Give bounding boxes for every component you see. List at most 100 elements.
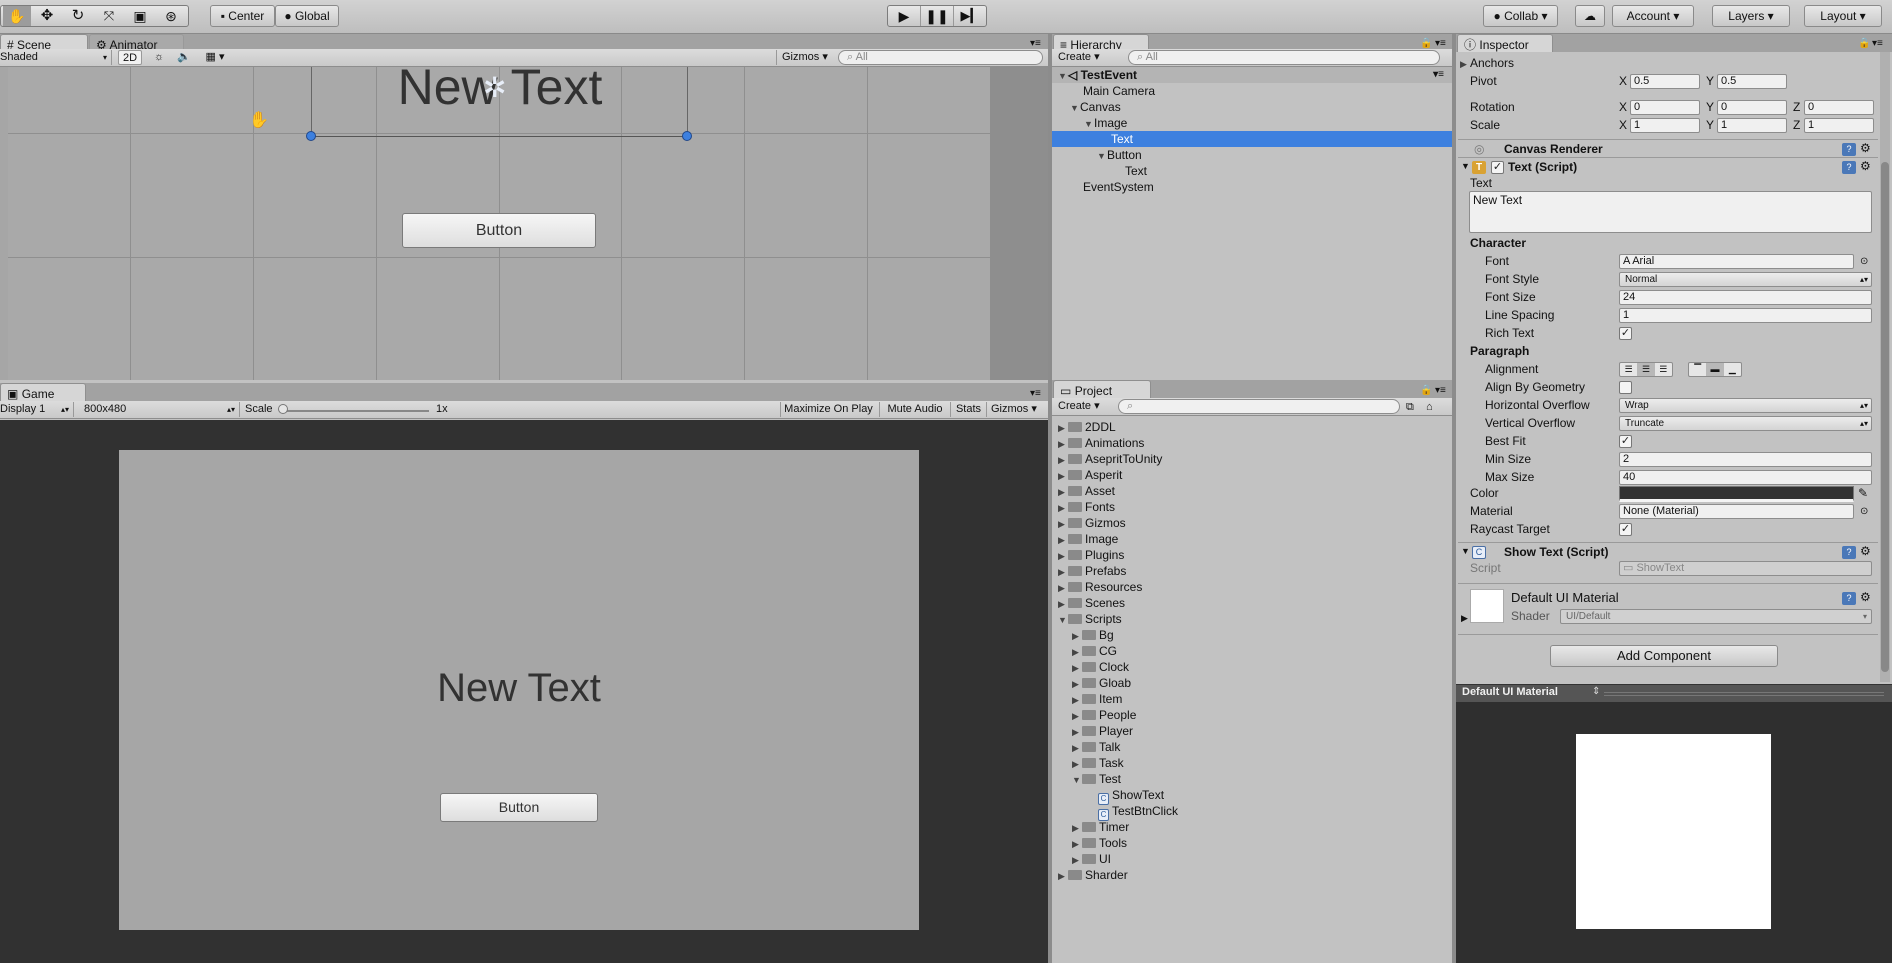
help-icon[interactable]: ?: [1842, 592, 1856, 605]
expand-arrow-icon[interactable]: ▶: [1072, 852, 1082, 868]
expand-arrow-icon[interactable]: ▶: [1058, 452, 1068, 468]
h-overflow-dropdown[interactable]: Wrap ▴▾: [1619, 398, 1872, 413]
expand-arrow-icon[interactable]: ▶: [1072, 644, 1082, 660]
max-size-field[interactable]: 40: [1619, 470, 1872, 485]
expand-arrow-icon[interactable]: ▶: [1058, 500, 1068, 516]
expand-arrow-icon[interactable]: ▶: [1058, 548, 1068, 564]
expand-arrow-icon[interactable]: ▶: [1460, 57, 1470, 72]
scale-x-field[interactable]: 1: [1630, 118, 1700, 133]
rotate-tool-icon[interactable]: ↻: [64, 6, 92, 26]
maximize-on-play-toggle[interactable]: Maximize On Play: [780, 402, 876, 417]
align-left-icon[interactable]: ☰: [1620, 363, 1637, 376]
hierarchy-search-input[interactable]: ⌕ All: [1128, 50, 1440, 65]
gear-icon[interactable]: ⚙: [1860, 590, 1871, 604]
search-by-label-icon[interactable]: ⌂: [1426, 400, 1433, 415]
2d-toggle[interactable]: 2D: [118, 50, 142, 65]
hierarchy-item-button[interactable]: ▼Button: [1052, 147, 1452, 163]
folder-scripts[interactable]: ▼ Scripts: [1052, 611, 1452, 627]
inspector-scrollbar-thumb[interactable]: [1881, 162, 1889, 672]
align-center-icon[interactable]: ☰: [1637, 363, 1655, 376]
expand-arrow-icon[interactable]: ▶: [1072, 692, 1082, 708]
rotation-x-field[interactable]: 0: [1630, 100, 1700, 115]
folder-sharder[interactable]: ▶ Sharder: [1052, 867, 1452, 883]
hierarchy-item-text-selected[interactable]: Text: [1052, 131, 1452, 147]
preview-dropdown-icon[interactable]: ⇕: [1592, 686, 1600, 697]
folder-gloab[interactable]: ▶ Gloab: [1052, 675, 1452, 691]
rotation-z-field[interactable]: 0: [1804, 100, 1874, 115]
folder-clock[interactable]: ▶ Clock: [1052, 659, 1452, 675]
pivot-y-field[interactable]: 0.5: [1717, 74, 1787, 89]
rotation-y-field[interactable]: 0: [1717, 100, 1787, 115]
preview-drag-handle[interactable]: [1604, 692, 1884, 696]
expand-arrow-icon[interactable]: ▶: [1058, 484, 1068, 500]
scale-slider-thumb[interactable]: [278, 404, 288, 414]
align-geometry-checkbox[interactable]: [1619, 381, 1632, 394]
gear-icon[interactable]: ⚙: [1860, 159, 1871, 173]
lock-icon[interactable]: 🔒: [1420, 385, 1432, 396]
folder-aseprittounity[interactable]: ▶ AsepritToUnity: [1052, 451, 1452, 467]
game-gizmos-dropdown[interactable]: Gizmos ▾: [986, 402, 1046, 417]
scene-gizmos-dropdown[interactable]: Gizmos ▾: [776, 50, 832, 65]
color-swatch[interactable]: [1619, 486, 1854, 502]
object-picker-icon[interactable]: ⊙: [1860, 504, 1868, 519]
expand-arrow-icon[interactable]: ▶: [1072, 676, 1082, 692]
display-dropdown[interactable]: Display 1 ▴▾: [0, 402, 74, 417]
hierarchy-item-main-camera[interactable]: Main Camera: [1052, 83, 1452, 99]
align-top-icon[interactable]: ▔: [1689, 363, 1706, 376]
align-right-icon[interactable]: ☰: [1655, 363, 1672, 376]
scale-slider[interactable]: [281, 410, 429, 412]
search-by-type-icon[interactable]: ⧉: [1406, 400, 1414, 415]
expand-arrow-icon[interactable]: ▶: [1058, 420, 1068, 436]
panel-menu-icon[interactable]: ▾≡: [1435, 38, 1446, 49]
stats-toggle[interactable]: Stats: [950, 402, 986, 417]
game-view[interactable]: New Text Button: [0, 420, 1048, 963]
expand-arrow-icon[interactable]: ▶: [1058, 580, 1068, 596]
expand-arrow-icon[interactable]: ▼: [1461, 546, 1470, 556]
font-field[interactable]: A Arial: [1619, 254, 1854, 269]
expand-arrow-icon[interactable]: ▶: [1058, 532, 1068, 548]
panel-menu-icon[interactable]: ▾≡: [1872, 38, 1883, 49]
folder-cg[interactable]: ▶ CG: [1052, 643, 1452, 659]
project-create-button[interactable]: Create ▾: [1058, 399, 1110, 414]
object-picker-icon[interactable]: ⊙: [1860, 254, 1868, 269]
expand-arrow-icon[interactable]: ▶: [1072, 836, 1082, 852]
text-content-area[interactable]: New Text: [1469, 191, 1872, 233]
expand-arrow-icon[interactable]: ▼: [1058, 68, 1068, 84]
pause-icon[interactable]: ❚❚: [921, 6, 954, 26]
layers-button[interactable]: Layers ▾: [1712, 5, 1790, 27]
scene-view[interactable]: New Text ✲ ✋ Button: [0, 67, 1048, 380]
expand-arrow-icon[interactable]: ▶: [1461, 613, 1468, 624]
v-overflow-dropdown[interactable]: Truncate ▴▾: [1619, 416, 1872, 431]
folder-image[interactable]: ▶ Image: [1052, 531, 1452, 547]
expand-arrow-icon[interactable]: ▼: [1072, 772, 1082, 788]
expand-arrow-icon[interactable]: ▶: [1072, 820, 1082, 836]
pivot-mode-button[interactable]: ▪ Center: [210, 5, 275, 27]
text-script-header[interactable]: ▼ T ✓ Text (Script) ? ⚙: [1458, 157, 1878, 177]
expand-arrow-icon[interactable]: ▶: [1058, 868, 1068, 884]
expand-arrow-icon[interactable]: ▶: [1072, 740, 1082, 756]
panel-menu-icon[interactable]: ▾≡: [1435, 385, 1446, 396]
folder-bg[interactable]: ▶ Bg: [1052, 627, 1452, 643]
collab-button[interactable]: ● Collab ▾: [1483, 5, 1558, 27]
folder-task[interactable]: ▶ Task: [1052, 755, 1452, 771]
font-style-dropdown[interactable]: Normal ▴▾: [1619, 272, 1872, 287]
project-search-input[interactable]: ⌕: [1118, 399, 1400, 414]
folder-fonts[interactable]: ▶ Fonts: [1052, 499, 1452, 515]
anchors-foldout[interactable]: ▶ Anchors: [1460, 56, 1514, 72]
hierarchy-item-button-text[interactable]: Text: [1052, 163, 1452, 179]
expand-arrow-icon[interactable]: ▶: [1072, 724, 1082, 740]
play-icon[interactable]: ▶: [888, 6, 921, 26]
scale-z-field[interactable]: 1: [1804, 118, 1874, 133]
align-middle-icon[interactable]: ▬: [1706, 363, 1724, 376]
scale-tool-icon[interactable]: ⤧: [95, 6, 123, 26]
lighting-icon[interactable]: ☼: [150, 50, 168, 65]
eyedropper-icon[interactable]: ✎: [1858, 486, 1868, 501]
hierarchy-item-canvas[interactable]: ▼Canvas: [1052, 99, 1452, 115]
pivot-gizmo-icon[interactable]: ✲: [483, 71, 506, 104]
expand-arrow-icon[interactable]: ▶: [1058, 596, 1068, 612]
panel-menu-icon[interactable]: ▾≡: [1030, 38, 1041, 49]
rect-handle-bl[interactable]: [306, 131, 316, 141]
expand-arrow-icon[interactable]: ▶: [1072, 756, 1082, 772]
folder-plugins[interactable]: ▶ Plugins: [1052, 547, 1452, 563]
folder-prefabs[interactable]: ▶ Prefabs: [1052, 563, 1452, 579]
